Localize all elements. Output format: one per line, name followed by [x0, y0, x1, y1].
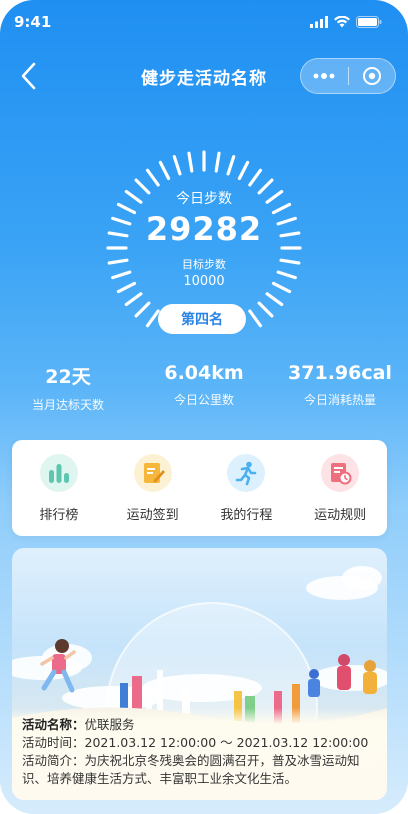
- menu-item-my-trip[interactable]: 我的行程: [200, 440, 294, 536]
- stat-label: 今日公里数: [173, 393, 234, 407]
- status-icons: [310, 16, 382, 28]
- menu-label: 排行榜: [39, 508, 79, 523]
- target-circle-icon: [362, 67, 381, 85]
- ring-tick: [145, 309, 160, 328]
- ring-tick: [226, 155, 236, 176]
- activity-time-key: 活动时间：: [22, 735, 85, 750]
- ring-tick: [172, 155, 182, 176]
- battery-icon: [356, 16, 382, 28]
- navigation-bar: 健步走活动名称: [0, 52, 408, 100]
- menu-label: 我的行程: [220, 508, 273, 523]
- menu-label: 运动签到: [126, 508, 179, 523]
- stat-label: 当月达标天数: [31, 398, 104, 412]
- runner-icon: [227, 454, 266, 492]
- close-miniprogram-button[interactable]: [349, 59, 396, 93]
- page-title: 健步走活动名称: [141, 68, 267, 89]
- ring-tick: [214, 151, 221, 173]
- target-steps-label: 目标步数: [182, 258, 226, 271]
- wifi-icon: [334, 16, 350, 28]
- ring-tick: [248, 309, 263, 328]
- ring-tick: [124, 292, 143, 307]
- stat-days: 22天 当月达标天数: [0, 362, 136, 413]
- ring-tick: [237, 160, 250, 181]
- ring-tick: [248, 168, 263, 187]
- rank-badge[interactable]: 第四名: [158, 304, 246, 334]
- activity-time-value: 2021.03.12 12:00:00 ～ 2021.03.12 12:00:0…: [84, 735, 369, 750]
- ring-tick: [158, 160, 171, 181]
- activity-name-key: 活动名称：: [22, 717, 85, 732]
- menu-item-checkin[interactable]: 运动签到: [106, 440, 200, 536]
- today-steps-value: 29282: [145, 210, 263, 248]
- ring-tick: [187, 151, 194, 173]
- menu-label: 运动规则: [314, 508, 367, 523]
- activity-desc-key: 活动简介：: [22, 753, 85, 768]
- menu-item-ranking[interactable]: 排行榜: [12, 440, 106, 536]
- phone-screen: 9:41 健步走活动名称 今日步数 29282 目标步数 10000 第四名 2…: [0, 0, 408, 814]
- rules-icon: [321, 454, 360, 492]
- chevron-left-icon: [21, 62, 36, 90]
- more-dots-icon: [313, 73, 335, 79]
- miniprogram-capsule: [300, 58, 396, 94]
- stat-calories: 371.96cal 今日消耗热量: [272, 362, 408, 413]
- ring-tick: [257, 301, 274, 318]
- stat-value: 22天: [45, 366, 91, 388]
- menu-item-rules[interactable]: 运动规则: [293, 440, 387, 536]
- activity-name-row: 活动名称：优联服务: [22, 716, 377, 734]
- ring-tick: [265, 292, 284, 307]
- activity-desc-row: 活动简介：为庆祝北京冬残奥会的圆满召开，普及冰雪运动知识、培养健康生活方式、丰富…: [22, 752, 377, 788]
- checkin-icon: [133, 454, 172, 492]
- back-button[interactable]: [14, 62, 42, 90]
- stat-value: 371.96cal: [288, 362, 392, 384]
- feature-menu: 排行榜 运动签到 我的行程 运动规则: [12, 440, 387, 536]
- today-steps-label: 今日步数: [176, 191, 232, 207]
- ranking-icon: [39, 454, 78, 492]
- ring-tick: [134, 301, 151, 318]
- status-bar: 9:41: [0, 0, 408, 44]
- ring-tick: [145, 168, 160, 187]
- stat-value: 6.04km: [164, 362, 244, 384]
- target-steps-value: 10000: [183, 274, 225, 289]
- status-time: 9:41: [14, 13, 52, 31]
- signal-icon: [310, 16, 328, 28]
- stat-label: 今日消耗热量: [303, 393, 376, 407]
- more-button[interactable]: [301, 59, 348, 93]
- activity-card[interactable]: 活动名称：优联服务 活动时间：2021.03.12 12:00:00 ～ 202…: [12, 548, 387, 800]
- stats-row: 22天 当月达标天数 6.04km 今日公里数 371.96cal 今日消耗热量: [0, 362, 408, 413]
- activity-info: 活动名称：优联服务 活动时间：2021.03.12 12:00:00 ～ 202…: [12, 708, 387, 800]
- activity-time-row: 活动时间：2021.03.12 12:00:00 ～ 2021.03.12 12…: [22, 734, 377, 752]
- stat-distance: 6.04km 今日公里数: [136, 362, 272, 413]
- activity-name-value: 优联服务: [84, 717, 135, 732]
